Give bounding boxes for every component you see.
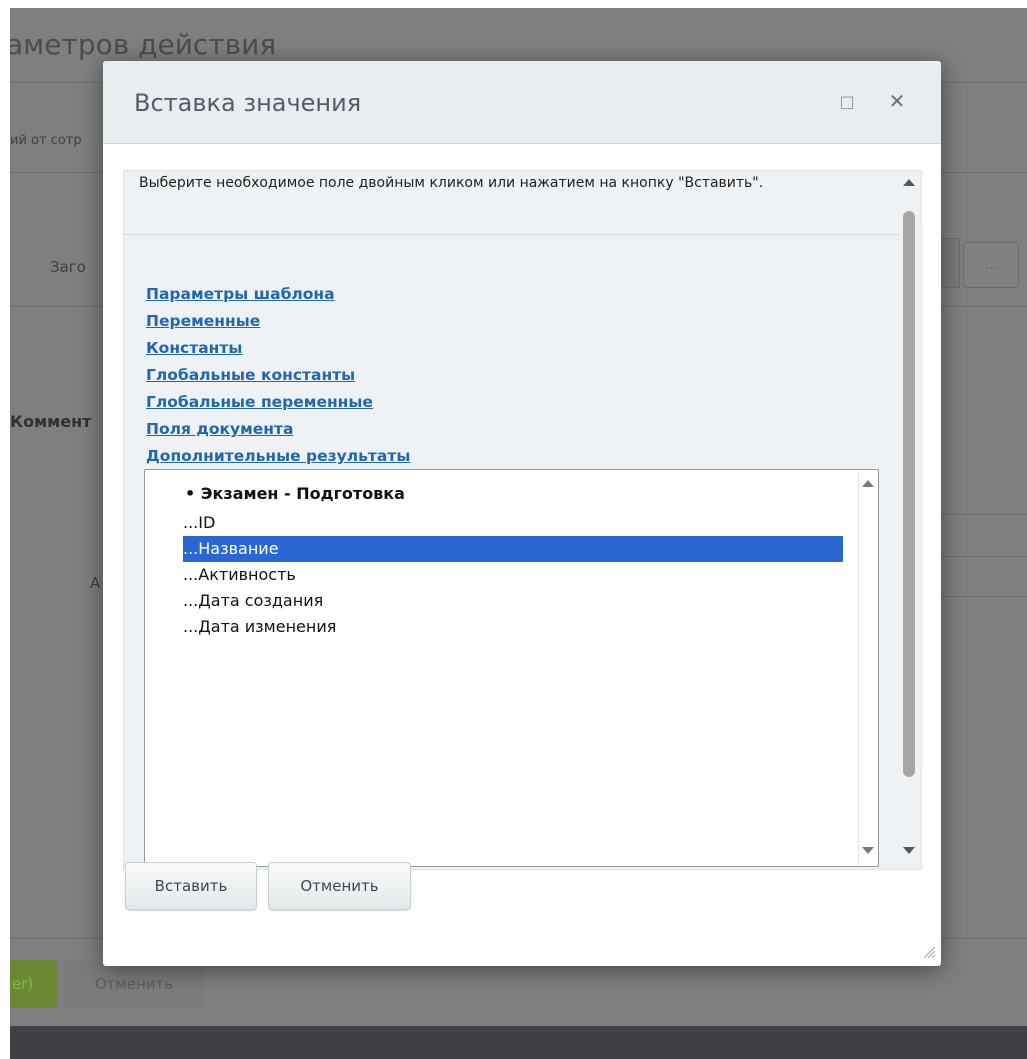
background-browse-button: ... [963, 242, 1019, 288]
background-cancel-button: Отменить [64, 960, 204, 1008]
background-subtitle: ий от сотр [10, 133, 82, 148]
background-footer [10, 1026, 1027, 1059]
list-items: ...ID ...Название ...Активность ...Дата … [183, 510, 843, 640]
scroll-down-arrow-icon[interactable] [862, 847, 874, 854]
list-item[interactable]: ...Дата изменения [183, 614, 843, 640]
category-links: Параметры шаблона Переменные Константы Г… [146, 281, 410, 470]
insert-button[interactable]: Вставить [125, 862, 257, 910]
scroll-down-arrow-icon[interactable] [903, 847, 915, 854]
link-document-fields[interactable]: Поля документа [146, 416, 410, 443]
background-label-comment: Коммент [10, 412, 92, 431]
list-scrollbar[interactable] [858, 470, 878, 866]
list-item[interactable]: ...ID [183, 510, 843, 536]
scroll-up-arrow-icon[interactable] [862, 480, 874, 487]
link-global-constants[interactable]: Глобальные константы [146, 362, 410, 389]
field-select-list[interactable]: • Экзамен - Подготовка ...ID ...Название… [144, 469, 879, 867]
cancel-button[interactable]: Отменить [268, 862, 411, 910]
list-item[interactable]: ...Активность [183, 562, 843, 588]
instruction-divider [124, 234, 899, 235]
link-global-variables[interactable]: Глобальные переменные [146, 389, 410, 416]
background-field [940, 238, 960, 288]
dialog-content: Выберите необходимое поле двойным кликом… [123, 170, 922, 870]
background-primary-button: er) [10, 960, 57, 1008]
insert-value-dialog: Вставка значения □ ✕ Выберите необходимо… [103, 61, 941, 966]
background-label-a: А [90, 574, 101, 592]
dialog-title: Вставка значения [134, 89, 362, 117]
close-icon[interactable]: ✕ [887, 89, 907, 113]
list-group-header: • Экзамен - Подготовка [185, 484, 405, 503]
background-page-title: аметров действия [10, 28, 277, 61]
link-constants[interactable]: Константы [146, 335, 410, 362]
dialog-scrollbar[interactable] [900, 171, 920, 869]
resize-grip-icon[interactable] [922, 945, 936, 959]
dialog-header[interactable]: Вставка значения □ ✕ [103, 61, 941, 144]
scroll-up-arrow-icon[interactable] [903, 179, 915, 186]
list-item[interactable]: ...Дата создания [183, 588, 843, 614]
list-item-selected[interactable]: ...Название [183, 536, 843, 562]
instruction-text: Выберите необходимое поле двойным кликом… [139, 175, 764, 191]
link-variables[interactable]: Переменные [146, 308, 410, 335]
scrollbar-thumb[interactable] [903, 211, 915, 777]
background-label-title: Заго [50, 258, 86, 276]
maximize-icon[interactable]: □ [839, 92, 855, 112]
link-template-params[interactable]: Параметры шаблона [146, 281, 410, 308]
link-additional-results[interactable]: Дополнительные результаты [146, 443, 410, 470]
